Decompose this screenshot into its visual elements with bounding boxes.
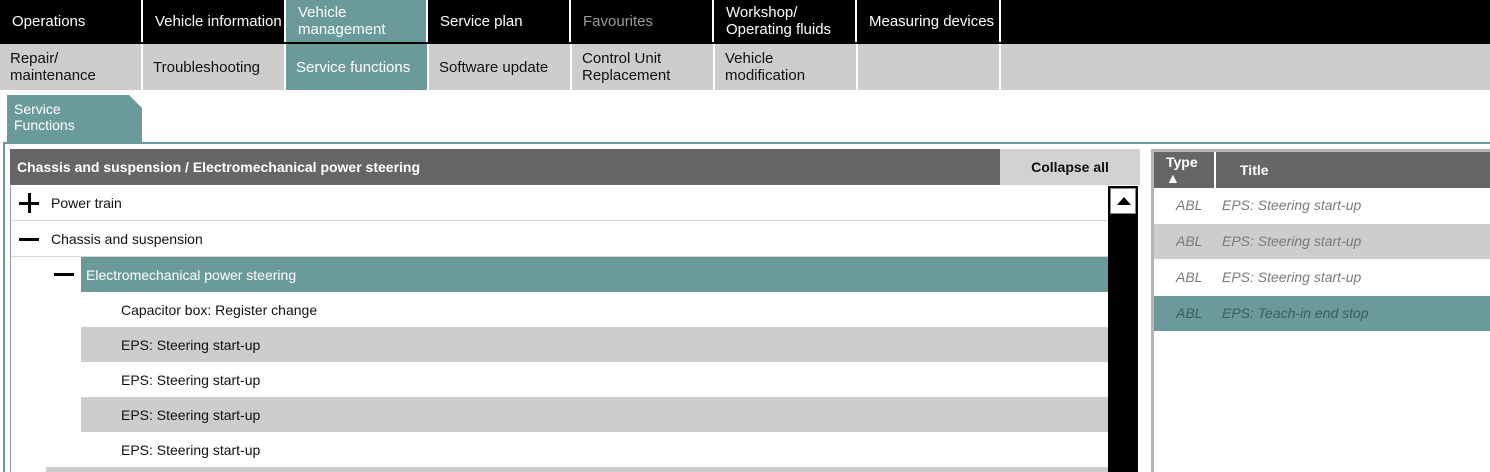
tree-item-function[interactable]: EPS: Steering start-up bbox=[81, 362, 1108, 397]
service-functions-tab[interactable]: Service Functions bbox=[7, 95, 142, 143]
column-type-header[interactable]: Type ▲ bbox=[1154, 152, 1216, 188]
minus-icon[interactable] bbox=[54, 264, 74, 284]
tree-scrollbar[interactable] bbox=[1108, 186, 1138, 472]
tab-workshop-operating-fluids[interactable]: Workshop/ Operating fluids bbox=[714, 0, 857, 42]
result-type: ABL bbox=[1176, 305, 1203, 321]
tree-item-label: EPS: Steering start-up bbox=[121, 336, 261, 353]
result-row[interactable]: ABL EPS: Steering start-up bbox=[1154, 188, 1490, 223]
tab-operations[interactable]: Operations bbox=[0, 0, 143, 42]
column-title-header[interactable]: Title bbox=[1218, 152, 1490, 188]
subtab-troubleshooting[interactable]: Troubleshooting bbox=[143, 44, 284, 90]
tree-item-label: EPS: Steering start-up bbox=[121, 406, 261, 423]
tree-item-label: Capacitor box: Register change bbox=[121, 301, 318, 318]
scroll-up-button[interactable] bbox=[1110, 188, 1136, 214]
breadcrumb: Chassis and suspension / Electromechanic… bbox=[10, 149, 1000, 185]
subtab-empty bbox=[858, 44, 999, 90]
tree-item-label: EPS: Steering start-up bbox=[121, 371, 261, 388]
result-title: EPS: Teach-in end stop bbox=[1222, 305, 1369, 321]
result-row[interactable]: ABL EPS: Steering start-up bbox=[1154, 224, 1490, 259]
plus-icon[interactable] bbox=[19, 193, 39, 213]
result-title: EPS: Steering start-up bbox=[1222, 269, 1362, 285]
sub-nav: Repair/ maintenance Troubleshooting Serv… bbox=[0, 44, 1490, 90]
tab-service-plan[interactable]: Service plan bbox=[428, 0, 571, 42]
subtab-vehicle-modification[interactable]: Vehicle modification bbox=[715, 44, 856, 90]
result-title: EPS: Steering start-up bbox=[1222, 233, 1362, 249]
tree-item-eps[interactable]: Electromechanical power steering bbox=[81, 257, 1108, 292]
tree-item-label: Electromechanical power steering bbox=[86, 266, 297, 283]
subtab-repair-maintenance[interactable]: Repair/ maintenance bbox=[0, 44, 141, 90]
result-type: ABL bbox=[1176, 269, 1203, 285]
tree-item-chassis-suspension[interactable]: Chassis and suspension bbox=[11, 222, 1108, 257]
tab-measuring-devices[interactable]: Measuring devices bbox=[857, 0, 1001, 42]
result-type: ABL bbox=[1176, 233, 1203, 249]
main-nav: Operations Vehicle information Vehicle m… bbox=[0, 0, 1490, 44]
tab-frame-left bbox=[3, 142, 5, 472]
subtab-software-update[interactable]: Software update bbox=[429, 44, 570, 90]
result-type: ABL bbox=[1176, 197, 1203, 213]
tree-item-function[interactable]: Capacitor box: Register change bbox=[81, 292, 1108, 327]
minus-icon[interactable] bbox=[19, 229, 39, 249]
result-title: EPS: Steering start-up bbox=[1222, 197, 1362, 213]
subtab-control-unit-replacement[interactable]: Control Unit Replacement bbox=[572, 44, 713, 90]
function-tree: Power train Chassis and suspension Elect… bbox=[10, 186, 1108, 472]
tree-item-label: EPS: Steering start-up bbox=[121, 441, 261, 458]
tree-item-label: Chassis and suspension bbox=[51, 231, 203, 247]
subtab-service-functions[interactable]: Service functions bbox=[286, 44, 427, 90]
subtab-filler bbox=[1001, 44, 1490, 90]
tab-vehicle-management[interactable]: Vehicle management bbox=[286, 0, 428, 42]
tab-frame-top bbox=[3, 142, 1490, 144]
result-row[interactable]: ABL EPS: Steering start-up bbox=[1154, 260, 1490, 295]
tree-item-label: Power train bbox=[51, 195, 122, 211]
tree-item-function[interactable]: EPS: Steering start-up bbox=[81, 397, 1108, 432]
results-header: Type ▲ Title bbox=[1154, 152, 1490, 188]
tree-item-partial bbox=[46, 467, 1108, 472]
tree-item-power-train[interactable]: Power train bbox=[11, 186, 1108, 221]
arrow-up-icon bbox=[1117, 197, 1131, 205]
collapse-all-button[interactable]: Collapse all bbox=[1000, 149, 1140, 185]
tab-vehicle-information[interactable]: Vehicle information bbox=[143, 0, 286, 42]
tree-item-function[interactable]: EPS: Steering start-up bbox=[81, 432, 1108, 467]
result-row[interactable]: ABL EPS: Teach-in end stop bbox=[1154, 296, 1490, 331]
tab-favourites[interactable]: Favourites bbox=[571, 0, 714, 42]
tree-item-function[interactable]: EPS: Steering start-up bbox=[81, 327, 1108, 362]
